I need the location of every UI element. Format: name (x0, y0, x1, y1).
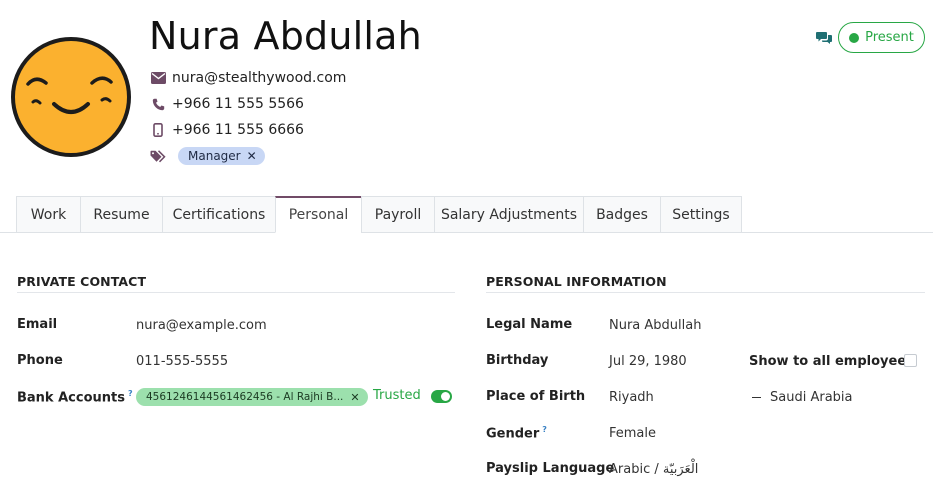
mobile-phone[interactable]: +966 11 555 6666 (172, 122, 304, 138)
private-email-field[interactable]: nura@example.com (136, 318, 267, 333)
tag-manager: Manager ✕ (178, 147, 265, 165)
gender-label-text: Gender (486, 426, 540, 442)
remove-tag-button[interactable]: ✕ (247, 149, 257, 163)
country-of-birth-field[interactable]: Saudi Arabia (770, 390, 853, 405)
bank-accounts-label: Bank Accounts? (17, 389, 133, 405)
private-email-label: Email (17, 317, 58, 332)
payslip-language-field[interactable]: Arabic / الْعَرَبيّة (609, 462, 698, 477)
remove-bank-account-button[interactable]: ✕ (350, 391, 359, 404)
envelope-icon (150, 70, 166, 86)
legal-name-field[interactable]: Nura Abdullah (609, 318, 701, 333)
tag-label: Manager (188, 149, 241, 163)
phone-icon (150, 96, 166, 112)
gender-label: Gender? (486, 425, 547, 441)
bank-help-icon[interactable]: ? (128, 389, 133, 398)
private-contact-title: PRIVATE CONTACT (17, 274, 147, 289)
payslip-language-label: Payslip Language (486, 461, 615, 476)
birthday-field[interactable]: Jul 29, 1980 (609, 354, 687, 369)
notebook-tabs: Work Resume Certifications Personal Payr… (16, 196, 742, 233)
mobile-icon (150, 122, 166, 138)
presence-status-button[interactable]: Present (838, 22, 925, 53)
chat-icon[interactable] (816, 30, 832, 46)
gender-field[interactable]: Female (609, 426, 656, 441)
bank-account-label: 4561246144561462456 - Al Rajhi B... (146, 391, 344, 403)
show-to-all-employees-label: Show to all employees (749, 354, 914, 369)
tab-badges[interactable]: Badges (583, 196, 660, 233)
personal-information-divider (486, 292, 925, 293)
tab-payroll[interactable]: Payroll (361, 196, 434, 233)
presence-label: Present (865, 30, 914, 45)
work-email-row: nura@stealthywood.com (150, 70, 346, 86)
place-of-birth-label: Place of Birth (486, 389, 586, 404)
personal-information-title: PERSONAL INFORMATION (486, 274, 667, 289)
work-phone-row: +966 11 555 5566 (150, 96, 304, 112)
employee-name[interactable]: Nura Abdullah (149, 14, 422, 58)
mobile-phone-row: +966 11 555 6666 (150, 122, 304, 138)
tags-icon (150, 148, 166, 164)
presence-dot-icon (849, 32, 860, 43)
tab-settings[interactable]: Settings (660, 196, 742, 233)
gender-help-icon[interactable]: ? (542, 425, 547, 434)
private-phone-field[interactable]: 011-555-5555 (136, 354, 228, 369)
private-contact-divider (17, 292, 455, 293)
trusted-toggle[interactable] (431, 390, 452, 403)
tab-work[interactable]: Work (16, 196, 80, 233)
bank-accounts-label-text: Bank Accounts (17, 390, 125, 406)
tab-salary-adjustments[interactable]: Salary Adjustments (434, 196, 583, 233)
show-to-all-employees-checkbox[interactable] (904, 354, 917, 367)
tags-row: Manager ✕ (150, 147, 265, 165)
dash-separator (752, 397, 761, 398)
place-of-birth-field[interactable]: Riyadh (609, 390, 654, 405)
private-phone-label: Phone (17, 353, 63, 368)
legal-name-label: Legal Name (486, 317, 573, 332)
work-phone[interactable]: +966 11 555 5566 (172, 96, 304, 112)
work-email[interactable]: nura@stealthywood.com (172, 70, 346, 86)
employee-avatar[interactable] (8, 34, 134, 160)
birthday-label: Birthday (486, 353, 549, 368)
tab-certifications[interactable]: Certifications (162, 196, 275, 233)
bank-account-tag[interactable]: 4561246144561462456 - Al Rajhi B... ✕ (136, 388, 368, 406)
tab-resume[interactable]: Resume (80, 196, 162, 233)
trusted-label: Trusted (373, 388, 421, 403)
tab-personal[interactable]: Personal (275, 196, 361, 233)
